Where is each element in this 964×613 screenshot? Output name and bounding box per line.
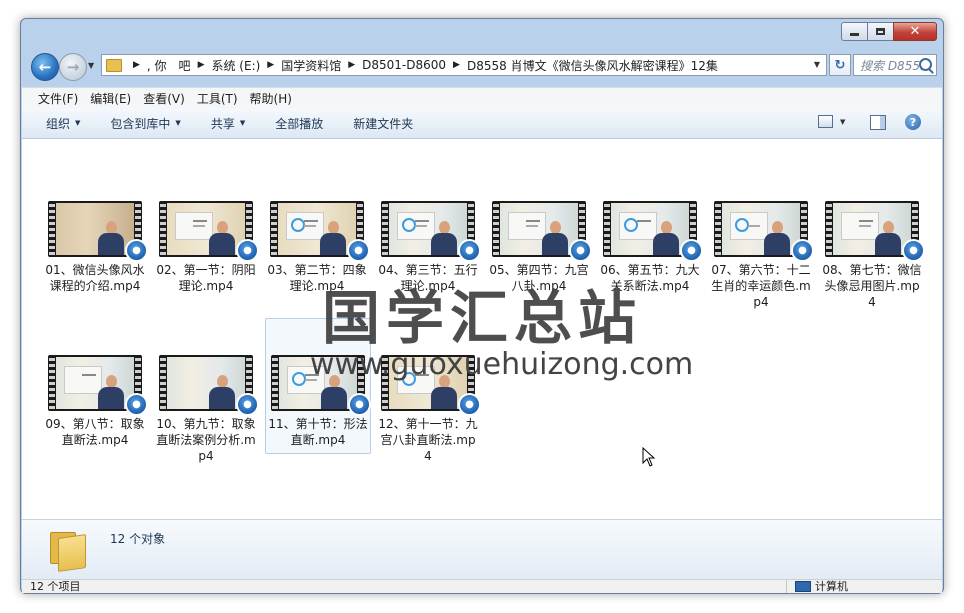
watermark-url: www.guoxuehuizong.com (310, 347, 694, 382)
address-bar[interactable]: ▶, 你 吧 ▶ 系统 (E:) ▶ 国学资料馆 ▶ D8501-D8600 ▶ D85… (101, 54, 827, 76)
forward-button[interactable]: → (59, 53, 87, 81)
back-arrow-icon: ← (38, 58, 52, 76)
file-list: ● 01、微信头像风水课程的介绍.mp4 ● 02、第一节：阴阳理论.mp4 ●… (22, 139, 942, 519)
file-item[interactable]: ● 02、第一节：阴阳理论.mp4 (153, 201, 259, 294)
video-thumbnail: ● (159, 355, 259, 416)
breadcrumb-item[interactable]: ▶ D8501-D8600 (341, 58, 446, 72)
recent-pages-dropdown[interactable]: ▼ (88, 61, 94, 70)
video-thumbnail: ● (492, 201, 592, 262)
video-thumbnail: ● (825, 201, 925, 262)
media-player-icon: ● (125, 239, 148, 262)
refresh-button[interactable]: ↻ (829, 54, 851, 76)
video-thumbnail: ● (381, 201, 481, 262)
file-name: 01、微信头像风水课程的介绍.mp4 (45, 263, 145, 293)
file-item[interactable]: ● 09、第八节：取象直断法.mp4 (42, 355, 148, 448)
file-item[interactable]: ● 08、第七节：微信头像忌用图片.mp4 (819, 201, 925, 310)
media-player-icon: ● (236, 393, 259, 416)
chevron-down-icon: ▼ (75, 119, 81, 127)
media-player-icon: ● (680, 239, 703, 262)
organize-button[interactable]: 组织 ▼ (46, 115, 80, 132)
menu-edit[interactable]: 编辑(E) (90, 90, 131, 107)
details-pane: 12 个对象 (22, 519, 942, 580)
file-name: 10、第九节：取象直断法案例分析.mp4 (156, 417, 256, 463)
search-input[interactable]: 搜索 D855... (853, 54, 937, 76)
video-thumbnail: ● (270, 201, 370, 262)
folder-icon (106, 58, 122, 72)
media-player-icon: ● (791, 239, 814, 262)
navigation-row: ← → ▼ ▶, 你 吧 ▶ 系统 (E:) ▶ 国学资料馆 ▶ D8501-D860… (27, 50, 937, 81)
location-indicator: 计算机 (786, 580, 848, 593)
play-all-button[interactable]: 全部播放 (275, 115, 323, 132)
file-name: 12、第十一节：九宫八卦直断法.mp4 (378, 417, 478, 463)
file-name: 07、第六节：十二生肖的幸运颜色.mp4 (711, 263, 811, 309)
video-thumbnail: ● (48, 201, 148, 262)
file-item[interactable]: ● 07、第六节：十二生肖的幸运颜色.mp4 (708, 201, 814, 310)
file-item[interactable]: ● 01、微信头像风水课程的介绍.mp4 (42, 201, 148, 294)
menu-help[interactable]: 帮助(H) (250, 90, 292, 107)
video-thumbnail: ● (714, 201, 814, 262)
minimize-button[interactable] (841, 22, 868, 41)
media-player-icon: ● (569, 239, 592, 262)
view-options-dropdown[interactable]: ▼ (840, 118, 845, 126)
menu-bar: 文件(F) 编辑(E) 查看(V) 工具(T) 帮助(H) (22, 87, 942, 108)
video-thumbnail: ● (159, 201, 259, 262)
include-in-library-button[interactable]: 包含到库中 ▼ (110, 115, 180, 132)
object-count: 12 个对象 (110, 532, 166, 546)
media-player-icon: ● (347, 239, 370, 262)
close-button[interactable]: ✕ (893, 22, 937, 41)
location-label: 计算机 (815, 580, 848, 593)
change-view-icon[interactable] (818, 115, 833, 128)
refresh-icon: ↻ (834, 57, 846, 73)
menu-tools[interactable]: 工具(T) (197, 90, 238, 107)
breadcrumb-item[interactable]: ▶, 你 吧 (126, 57, 191, 74)
new-folder-button[interactable]: 新建文件夹 (353, 115, 413, 132)
file-name: 08、第七节：微信头像忌用图片.mp4 (822, 263, 922, 309)
media-player-icon: ● (902, 239, 925, 262)
menu-view[interactable]: 查看(V) (143, 90, 185, 107)
share-button[interactable]: 共享 ▼ (211, 115, 245, 132)
command-bar: 组织 ▼ 包含到库中 ▼ 共享 ▼ 全部播放 新建文件夹 ▼ ? (22, 108, 942, 139)
close-icon: ✕ (909, 24, 921, 39)
explorer-window: ✕ ← → ▼ ▶, 你 吧 ▶ 系统 (E:) ▶ 国学资料馆 ▶ D8501-D8… (20, 18, 944, 594)
video-thumbnail: ● (603, 201, 703, 262)
help-icon[interactable]: ? (905, 114, 921, 130)
window-controls: ✕ (841, 22, 937, 41)
chevron-down-icon: ▼ (239, 119, 246, 127)
breadcrumb-item[interactable]: ▶ 国学资料馆 (260, 57, 341, 74)
file-name: 11、第十节：形法直断.mp4 (268, 417, 368, 447)
computer-icon (795, 581, 811, 592)
file-item[interactable]: ● 10、第九节：取象直断法案例分析.mp4 (153, 355, 259, 464)
preview-pane-icon[interactable] (870, 115, 886, 130)
media-player-icon: ● (458, 239, 481, 262)
folder-icon (50, 532, 88, 572)
chevron-down-icon: ▼ (175, 119, 181, 127)
watermark-logo: 国学汇总站 (322, 284, 643, 352)
item-count: 12 个项目 (30, 580, 81, 593)
back-button[interactable]: ← (31, 53, 59, 81)
breadcrumb-item[interactable]: ▶ D8558 肖博文《微信头像风水解密课程》12集 (446, 57, 718, 74)
media-player-icon: ● (458, 393, 481, 416)
maximize-button[interactable] (867, 22, 894, 41)
forward-arrow-icon: → (66, 58, 80, 76)
address-dropdown-icon[interactable]: ▼ (814, 60, 820, 69)
media-player-icon: ● (236, 239, 259, 262)
video-thumbnail: ● (48, 355, 148, 416)
media-player-icon: ● (348, 393, 371, 416)
search-icon (919, 58, 932, 71)
menu-file[interactable]: 文件(F) (38, 90, 78, 107)
file-name: 09、第八节：取象直断法.mp4 (45, 417, 145, 447)
file-name: 02、第一节：阴阳理论.mp4 (156, 263, 256, 293)
status-bar: 12 个项目 计算机 (22, 579, 942, 593)
breadcrumb-item[interactable]: ▶ 系统 (E:) (191, 57, 261, 74)
media-player-icon: ● (125, 393, 148, 416)
